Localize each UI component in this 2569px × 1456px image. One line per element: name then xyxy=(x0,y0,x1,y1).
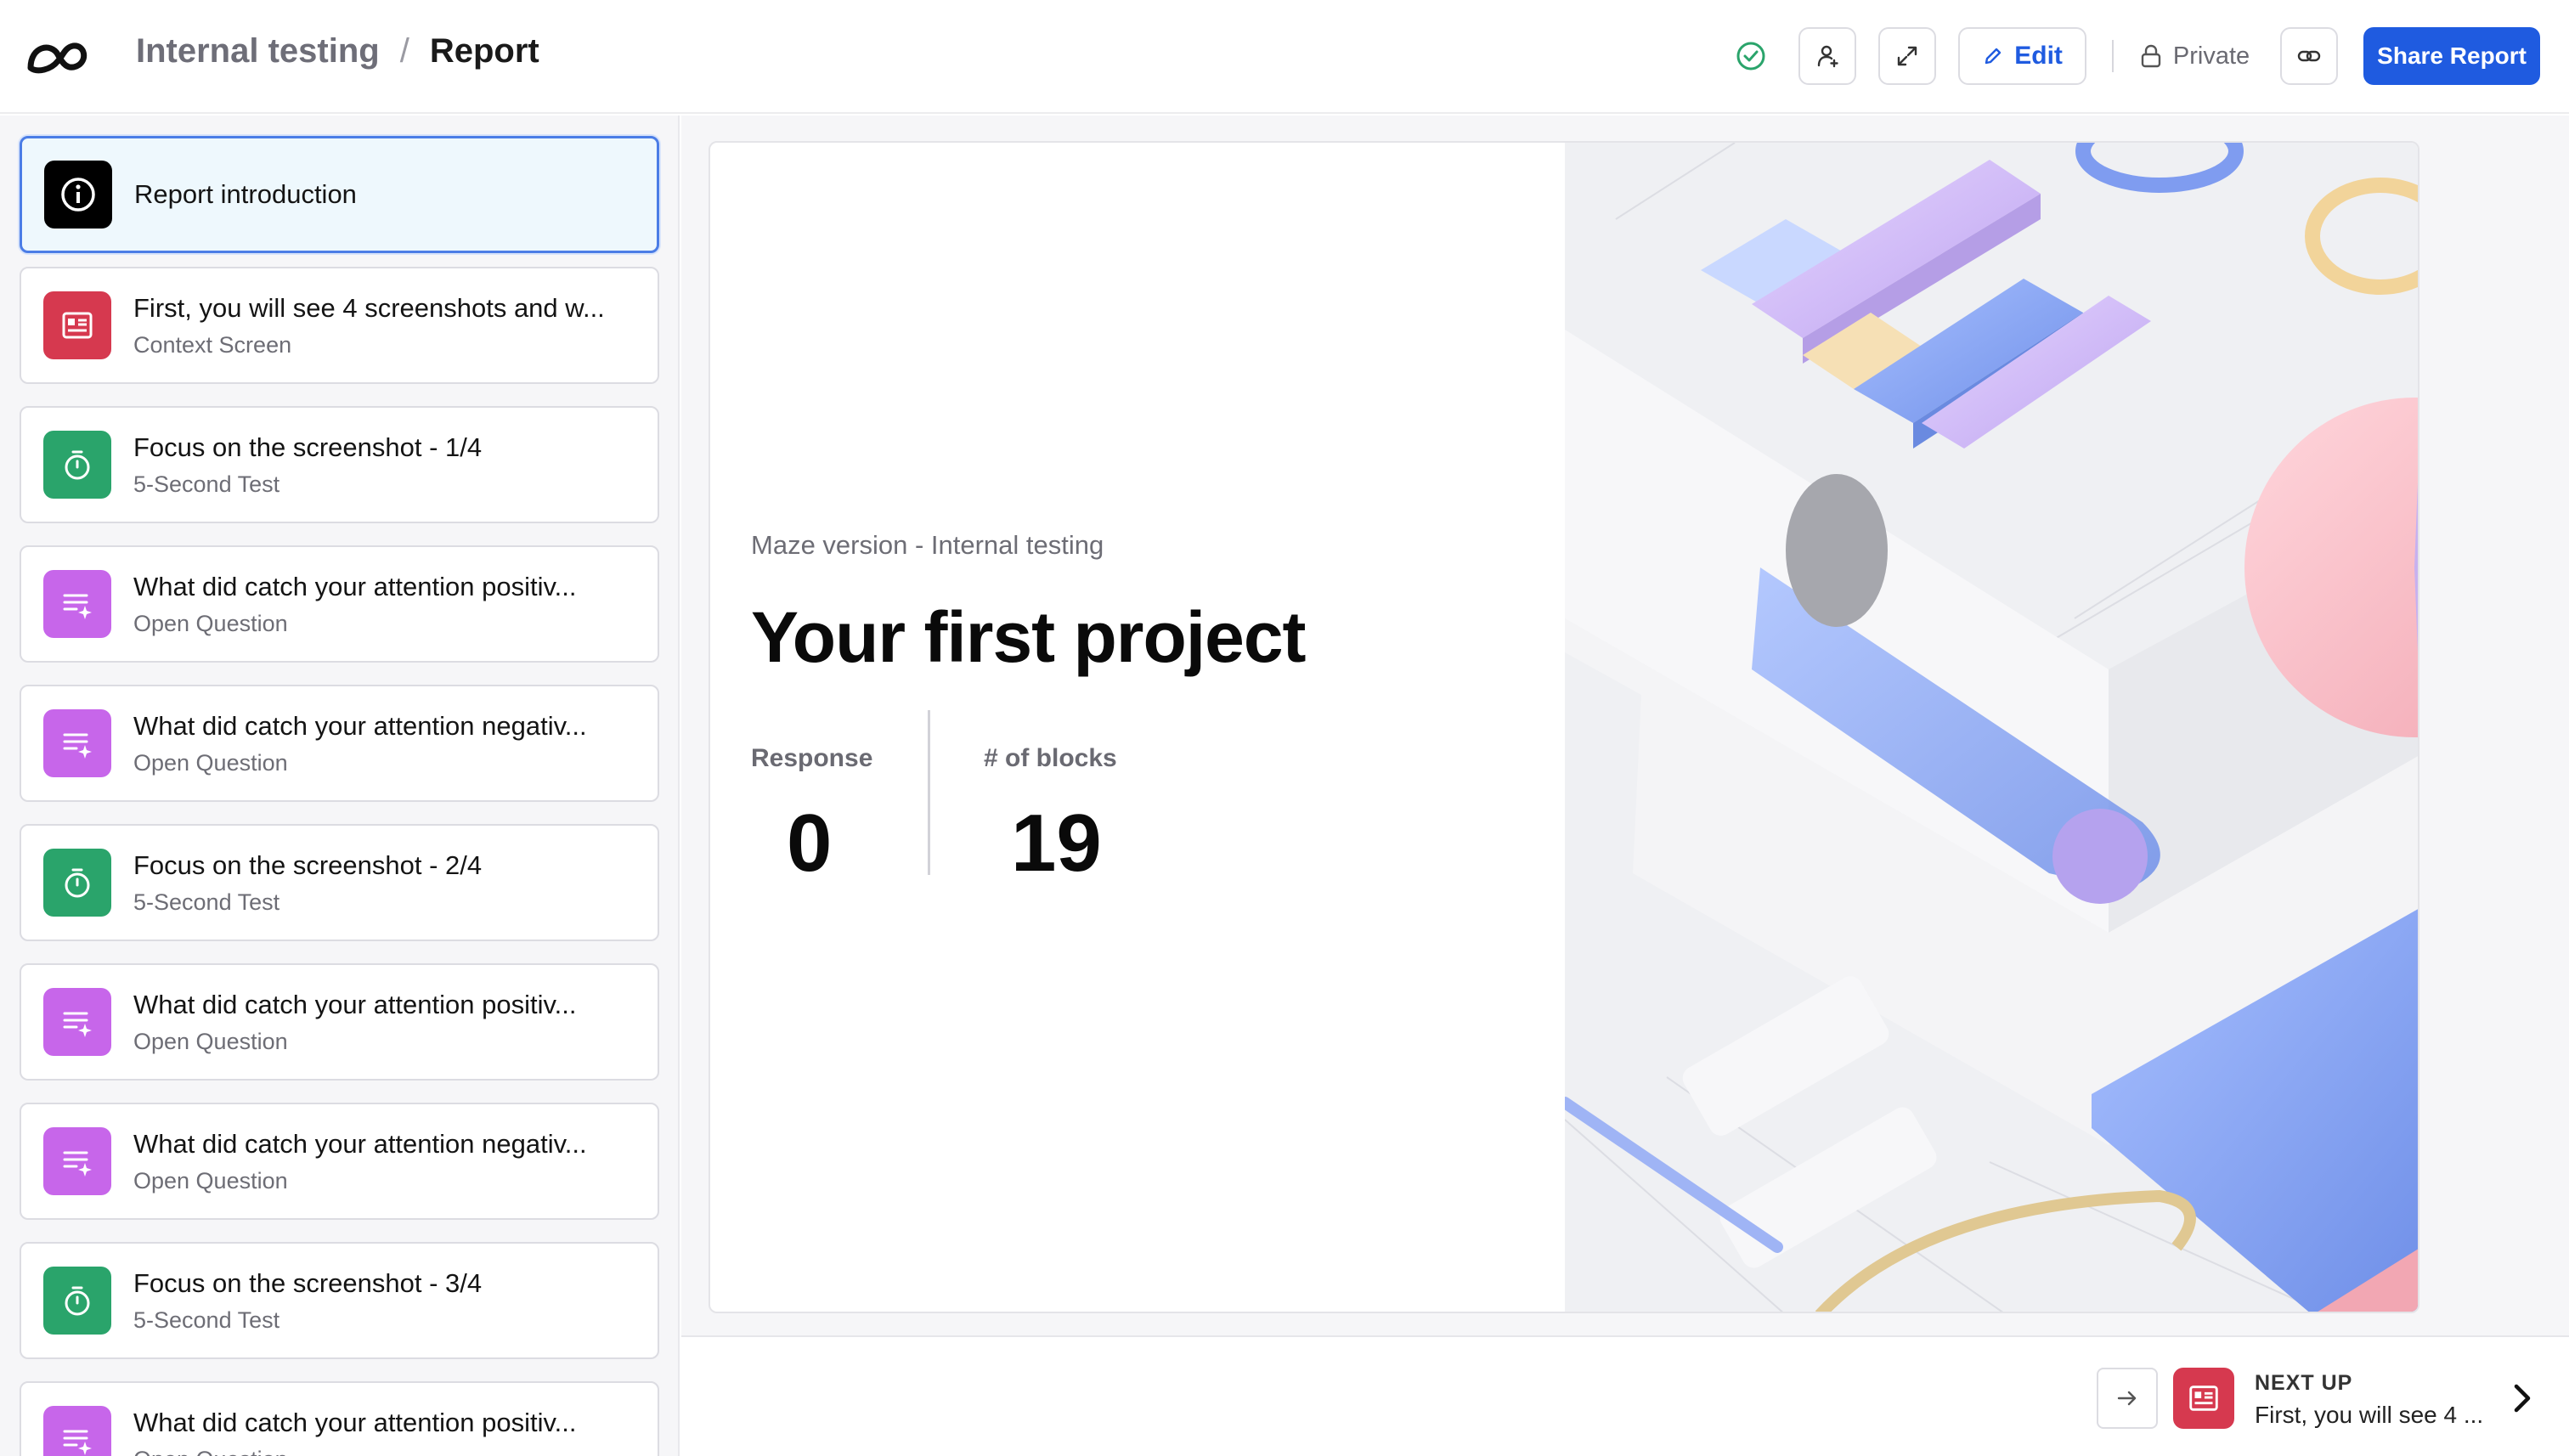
block-icon-container xyxy=(43,1267,111,1335)
block-item-five-second-test-2[interactable]: Focus on the screenshot - 2/4 5-Second T… xyxy=(20,824,659,941)
decorative-illustration xyxy=(1559,143,2418,1312)
user-icon xyxy=(1818,45,1838,68)
block-title: What did catch your attention negativ... xyxy=(133,710,587,741)
block-list-sidebar[interactable]: Report introduction First, you will see … xyxy=(0,116,680,1456)
breadcrumb-current-page: Report xyxy=(429,32,539,70)
open-question-icon xyxy=(63,1430,92,1455)
link-icon xyxy=(2297,50,2321,62)
privacy-toggle[interactable]: Private xyxy=(2139,42,2250,71)
block-title: Report introduction xyxy=(134,179,357,209)
block-item-open-question-positive-3[interactable]: What did catch your attention positiv...… xyxy=(20,1381,659,1456)
timer-icon xyxy=(65,868,90,898)
breadcrumb: Internal testing / Report xyxy=(136,32,539,71)
report-main-area: Maze version - Internal testing Your fir… xyxy=(681,116,2569,1337)
block-type: Open Question xyxy=(133,1447,577,1456)
block-type: Open Question xyxy=(133,610,288,636)
block-title: Focus on the screenshot - 3/4 xyxy=(133,1267,483,1298)
block-title: Focus on the screenshot - 1/4 xyxy=(133,432,483,462)
privacy-label: Private xyxy=(2172,42,2250,70)
isometric-illustration xyxy=(1559,143,2418,1312)
block-type: Context Screen xyxy=(133,331,292,358)
block-item-five-second-test-3[interactable]: Focus on the screenshot - 3/4 5-Second T… xyxy=(20,1242,659,1359)
block-item-five-second-test-1[interactable]: Focus on the screenshot - 1/4 5-Second T… xyxy=(20,406,659,523)
check-circle-icon xyxy=(1736,42,1765,71)
open-question-icon xyxy=(63,1012,92,1037)
response-count: 0 xyxy=(787,798,833,889)
copy-link-button[interactable] xyxy=(2280,27,2339,85)
block-type: Open Question xyxy=(133,1167,288,1194)
header-actions: Edit Private Share Report xyxy=(1734,27,2540,85)
report-intro-card: Maze version - Internal testing Your fir… xyxy=(709,141,2419,1313)
block-title: What did catch your attention positiv... xyxy=(133,571,577,601)
block-icon-container xyxy=(44,161,112,229)
maze-version-label: Maze version - Internal testing xyxy=(751,530,1104,560)
block-item-open-question-negative-1[interactable]: What did catch your attention negativ...… xyxy=(20,685,659,802)
block-type: 5-Second Test xyxy=(133,1306,280,1333)
block-item-open-question-positive-2[interactable]: What did catch your attention positiv...… xyxy=(20,963,659,1081)
block-icon-container xyxy=(43,1127,111,1195)
report-footer: NEXT UP First, you will see 4 ... xyxy=(681,1335,2569,1456)
pencil-icon xyxy=(1985,48,2002,65)
block-item-report-introduction[interactable]: Report introduction xyxy=(20,136,659,253)
blocks-label: # of blocks xyxy=(984,744,1117,772)
maze-logo[interactable] xyxy=(25,36,97,78)
context-screen-icon xyxy=(2189,1385,2218,1411)
block-item-context-screen[interactable]: First, you will see 4 screenshots and w.… xyxy=(20,267,659,384)
block-title: What did catch your attention negativ... xyxy=(133,1128,587,1159)
block-title: What did catch your attention positiv... xyxy=(133,989,577,1019)
edit-button[interactable]: Edit xyxy=(1958,27,2086,85)
next-up-title[interactable]: First, you will see 4 ... xyxy=(2255,1402,2483,1429)
block-type: 5-Second Test xyxy=(133,889,280,915)
block-icon-container xyxy=(43,570,111,638)
arrow-right-icon xyxy=(2117,1391,2137,1406)
chevron-right-icon[interactable] xyxy=(2506,1381,2537,1415)
blocks-count: 19 xyxy=(1011,798,1102,889)
stats-divider xyxy=(928,710,930,875)
block-item-open-question-negative-2[interactable]: What did catch your attention negativ...… xyxy=(20,1103,659,1220)
header-divider xyxy=(2111,40,2114,72)
block-icon-container xyxy=(43,988,111,1056)
breadcrumb-separator: / xyxy=(399,32,409,70)
block-type: Open Question xyxy=(133,749,288,776)
next-block-arrow-button[interactable] xyxy=(2097,1368,2158,1429)
block-item-open-question-positive-1[interactable]: What did catch your attention positiv...… xyxy=(20,545,659,663)
open-question-icon xyxy=(63,733,92,759)
response-label: Response xyxy=(751,744,873,772)
info-icon xyxy=(61,178,95,212)
block-title: Focus on the screenshot - 2/4 xyxy=(133,849,483,880)
expand-icon xyxy=(1898,46,1917,66)
block-title: First, you will see 4 screenshots and w.… xyxy=(133,292,605,323)
breadcrumb-project[interactable]: Internal testing xyxy=(136,32,380,71)
block-icon-container xyxy=(43,291,111,359)
edit-button-label: Edit xyxy=(2014,42,2063,70)
report-intro-summary: Maze version - Internal testing Your fir… xyxy=(710,143,1565,1312)
block-type: Open Question xyxy=(133,1028,288,1054)
fullscreen-button[interactable] xyxy=(1878,27,1937,85)
lock-icon xyxy=(2141,44,2161,68)
project-title: Your first project xyxy=(751,597,1307,677)
block-icon-container xyxy=(43,431,111,499)
open-question-icon xyxy=(63,594,92,619)
block-icon-container xyxy=(43,709,111,777)
add-person-button[interactable] xyxy=(1798,27,1857,85)
next-up-label: NEXT UP xyxy=(2255,1371,2353,1395)
block-icon-container xyxy=(43,849,111,917)
timer-icon xyxy=(65,1286,90,1316)
share-report-button[interactable]: Share Report xyxy=(2363,27,2540,85)
block-title: What did catch your attention positiv... xyxy=(133,1407,577,1437)
block-type: 5-Second Test xyxy=(133,471,280,497)
next-block-icon xyxy=(2173,1368,2234,1429)
open-question-icon xyxy=(63,1151,92,1177)
block-icon-container xyxy=(43,1406,111,1456)
top-bar: Internal testing / Report Edit Private S… xyxy=(0,0,2569,114)
timer-icon xyxy=(65,450,90,480)
context-screen-icon xyxy=(62,312,93,339)
